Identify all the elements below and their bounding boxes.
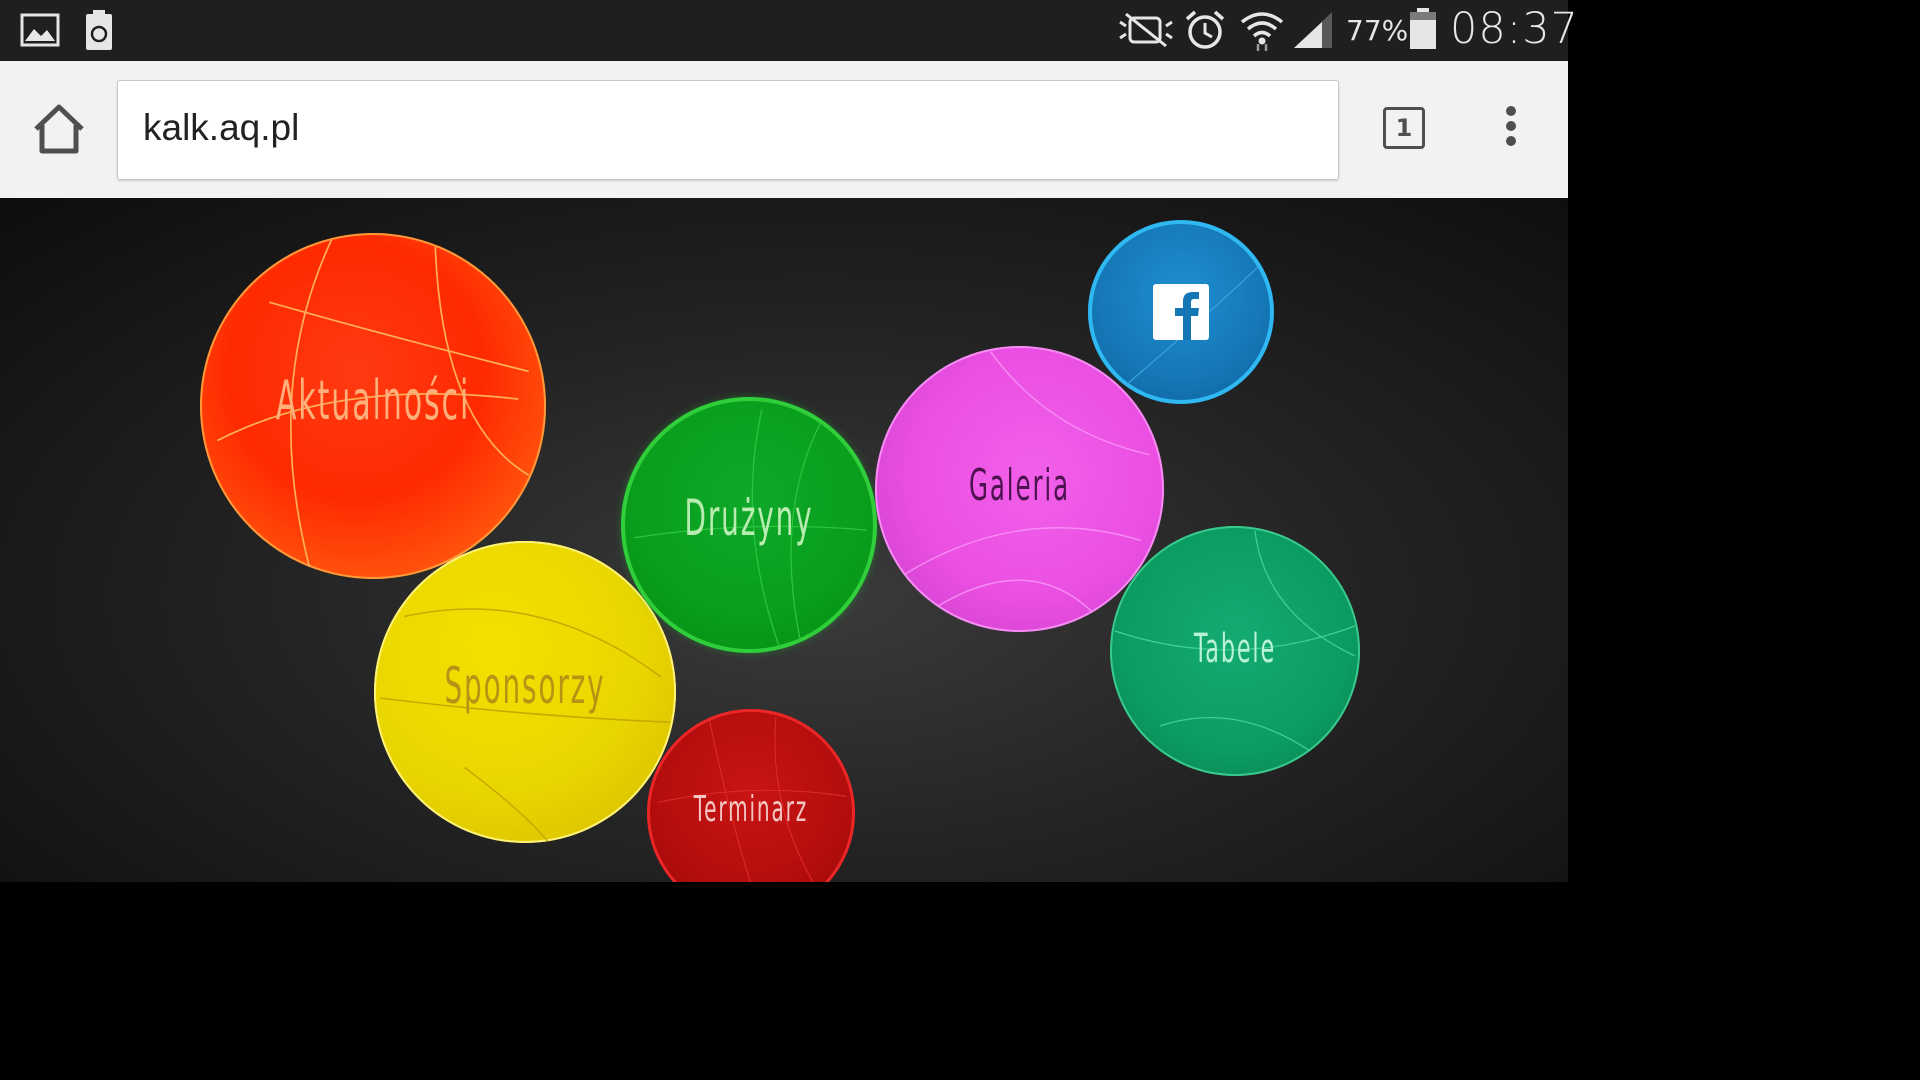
battery-percent: 77% xyxy=(1346,14,1409,47)
alarm-icon xyxy=(1185,10,1225,49)
facebook-icon xyxy=(1153,284,1209,340)
tabs-icon[interactable]: 1 xyxy=(1383,107,1425,149)
url-bar[interactable]: kalk.aq.pl xyxy=(117,80,1339,180)
browser-toolbar: kalk.aq.pl 1 xyxy=(0,61,1568,199)
battery-saver-icon xyxy=(86,10,112,50)
url-text[interactable]: kalk.aq.pl xyxy=(143,107,299,149)
menu-ball-aktualnosci[interactable]: Aktualności xyxy=(200,233,546,579)
page-content: Aktualności Sponsorzy Drużyny Galeria Ta… xyxy=(0,198,1568,882)
menu-label-tabele: Tabele xyxy=(1193,626,1277,672)
menu-ball-druzyny[interactable]: Drużyny xyxy=(621,397,877,653)
overflow-menu-icon[interactable] xyxy=(1496,106,1526,154)
menu-label-galeria: Galeria xyxy=(969,460,1070,511)
mute-icon xyxy=(1119,12,1173,48)
menu-ball-terminarz[interactable]: Terminarz xyxy=(647,709,855,882)
signal-icon xyxy=(1294,12,1332,48)
facebook-link[interactable] xyxy=(1088,220,1274,404)
clock: 08:37 xyxy=(1450,4,1579,54)
menu-label-aktualnosci: Aktualności xyxy=(275,369,471,432)
home-icon[interactable] xyxy=(30,101,88,159)
status-bar: 77% 08:37 xyxy=(0,0,1578,61)
menu-label-sponsorzy: Sponsorzy xyxy=(444,657,606,715)
image-icon xyxy=(20,13,60,47)
wifi-icon xyxy=(1240,12,1284,51)
menu-ball-tabele[interactable]: Tabele xyxy=(1110,526,1360,776)
battery-icon xyxy=(1410,8,1436,49)
menu-label-druzyny: Drużyny xyxy=(684,489,814,547)
menu-label-terminarz: Terminarz xyxy=(693,789,809,830)
